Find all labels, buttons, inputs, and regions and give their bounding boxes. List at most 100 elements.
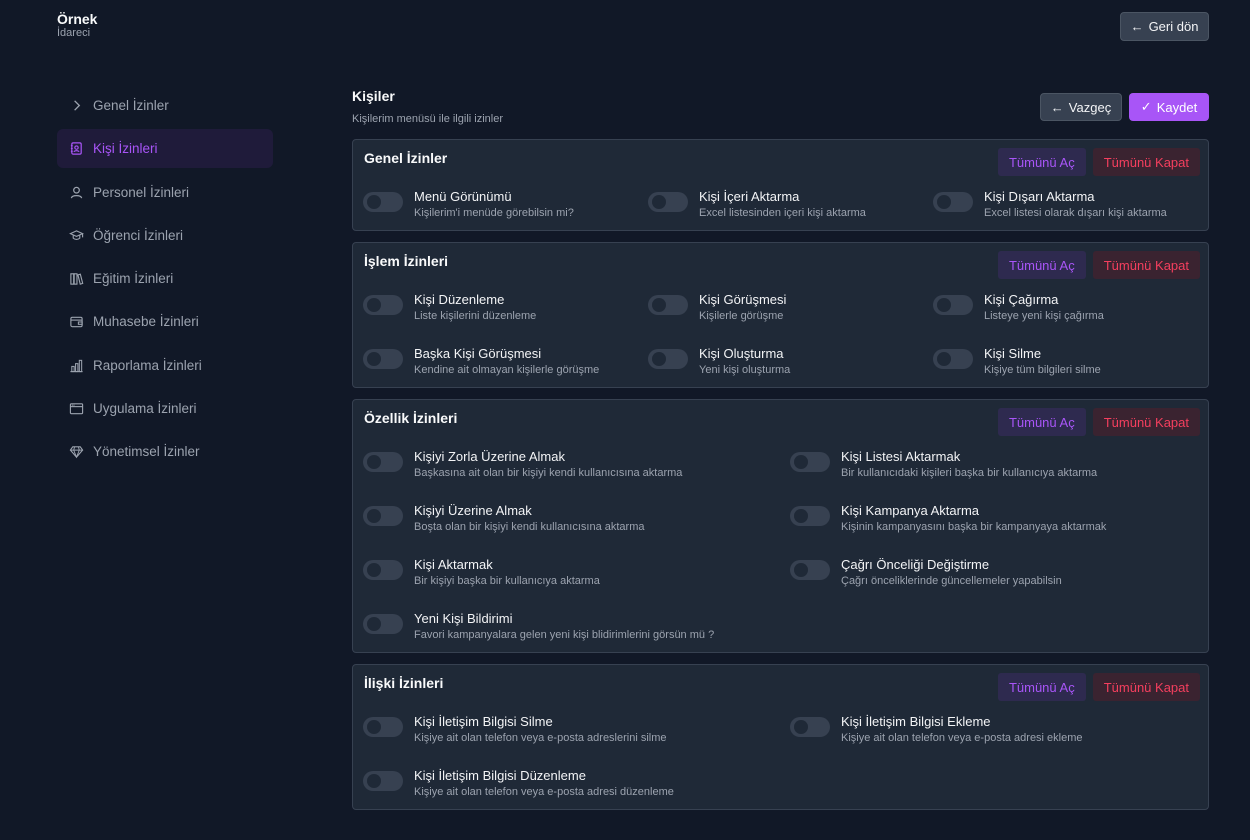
back-button-label: Geri dön [1148, 19, 1199, 34]
save-button[interactable]: ✓ Kaydet [1129, 93, 1209, 121]
contact-book-icon [68, 141, 84, 157]
permission-toggle[interactable] [363, 717, 403, 737]
permission-item: Kişi Aktarmak Bir kişiyi başka bir kullan… [363, 557, 600, 588]
permission-toggle[interactable] [363, 452, 403, 472]
permission-item: Kişiyi Zorla Üzerine Almak Başkasına ait … [363, 449, 682, 480]
section-iliski-izinleri: İlişki İzinleri Tümünü Aç Tümünü Kapat K… [352, 664, 1209, 810]
permission-toggle[interactable] [933, 349, 973, 369]
cancel-button-label: Vazgeç [1068, 99, 1112, 115]
section-genel-izinler: Genel İzinler Tümünü Aç Tümünü Kapat Men… [352, 139, 1209, 231]
sidebar-item-egitim[interactable]: Eğitim İzinleri [57, 259, 273, 298]
permission-toggle[interactable] [363, 192, 403, 212]
permission-label: Kişiyi Zorla Üzerine Almak [414, 449, 565, 464]
brand-subtitle: İdareci [57, 27, 91, 39]
disable-all-button[interactable]: Tümünü Kapat [1092, 251, 1200, 279]
permission-description: Kişiye ait olan telefon veya e-posta adr… [414, 732, 667, 744]
disable-all-button[interactable]: Tümünü Kapat [1092, 673, 1200, 701]
sidebar-item-ogrenci[interactable]: Öğrenci İzinleri [57, 216, 273, 255]
permission-description: Kendine ait olmayan kişilerle görüşme [414, 364, 600, 376]
disable-all-button[interactable]: Tümünü Kapat [1092, 408, 1200, 436]
bar-chart-icon [68, 357, 84, 373]
permission-description: Favori kampanyalara gelen yeni kişi blid… [414, 629, 715, 641]
page-subtitle: Kişilerim menüsü ile ilgili izinler [352, 113, 503, 125]
permission-toggle[interactable] [363, 506, 403, 526]
sidebar-item-label: Uygulama İzinleri [93, 401, 197, 417]
permission-item: Kişi Düzenleme Liste kişilerini düzenleme [363, 292, 536, 323]
sidebar-item-label: Personel İzinleri [93, 184, 190, 200]
sidebar-item-muhasebe[interactable]: Muhasebe İzinleri [57, 302, 273, 341]
brand-title: Örnek [57, 11, 98, 27]
enable-all-button[interactable]: Tümünü Aç [997, 251, 1086, 279]
sidebar-item-genel[interactable]: Genel İzinler [57, 86, 273, 125]
permission-label: Yeni Kişi Bildirimi [414, 611, 513, 626]
cancel-button[interactable]: ← Vazgeç [1040, 93, 1122, 121]
save-button-label: Kaydet [1156, 99, 1198, 115]
sidebar-item-uygulama[interactable]: Uygulama İzinleri [57, 389, 273, 428]
permission-label: Çağrı Önceliği Değiştirme [841, 557, 990, 572]
permission-toggle[interactable] [790, 452, 830, 472]
permission-toggle[interactable] [648, 192, 688, 212]
section-islem-izinleri: İşlem İzinleri Tümünü Aç Tümünü Kapat Ki… [352, 242, 1209, 388]
section-title: İlişki İzinleri [364, 675, 444, 691]
permission-description: Listeye yeni kişi çağırma [984, 310, 1104, 322]
permission-toggle[interactable] [363, 771, 403, 791]
permission-label: Kişi İletişim Bilgisi Silme [414, 714, 553, 729]
permission-toggle[interactable] [648, 349, 688, 369]
permission-label: Kişi Kampanya Aktarma [841, 503, 980, 518]
permission-description: Kişiye tüm bilgileri silme [984, 364, 1101, 376]
permission-description: Kişilerle görüşme [699, 310, 784, 322]
books-icon [68, 271, 84, 287]
permission-description: Boşta olan bir kişiyi kendi kullanıcısın… [414, 521, 645, 533]
permission-toggle[interactable] [363, 614, 403, 634]
sidebar-item-kisi[interactable]: Kişi İzinleri [57, 129, 273, 169]
permission-toggle[interactable] [363, 295, 403, 315]
sidebar-item-label: Muhasebe İzinleri [93, 314, 199, 330]
permission-toggle[interactable] [933, 295, 973, 315]
permission-toggle[interactable] [363, 349, 403, 369]
permission-description: Kişiye ait olan telefon veya e-posta adr… [414, 786, 674, 798]
permission-toggle[interactable] [790, 717, 830, 737]
permission-item: Kişi Oluşturma Yeni kişi oluşturma [648, 346, 790, 377]
sidebar-item-label: Raporlama İzinleri [93, 357, 202, 373]
permission-toggle[interactable] [790, 506, 830, 526]
permission-label: Kişi Aktarmak [414, 557, 493, 572]
enable-all-button[interactable]: Tümünü Aç [997, 673, 1086, 701]
arrow-left-icon: ← [1050, 99, 1064, 115]
sidebar-item-raporlama[interactable]: Raporlama İzinleri [57, 346, 273, 385]
section-title: Genel İzinler [364, 150, 448, 166]
sidebar-item-label: Eğitim İzinleri [93, 271, 174, 287]
permission-description: Kişiye ait olan telefon veya e-posta adr… [841, 732, 1083, 744]
check-icon: ✓ [1140, 99, 1152, 114]
graduation-cap-icon [68, 227, 84, 243]
permission-label: Kişiyi Üzerine Almak [414, 503, 532, 518]
permission-label: Kişi Görüşmesi [699, 292, 787, 307]
back-button[interactable]: ← Geri dön [1120, 12, 1209, 41]
sidebar-item-personel[interactable]: Personel İzinleri [57, 173, 273, 212]
disable-all-button[interactable]: Tümünü Kapat [1092, 148, 1200, 176]
wallet-icon [68, 314, 84, 330]
user-icon [68, 184, 84, 200]
permission-item: Başka Kişi Görüşmesi Kendine ait olmayan … [363, 346, 599, 377]
app-window-icon [68, 401, 84, 417]
page-title: Kişiler [352, 88, 395, 104]
sidebar: Genel İzinler Kişi İzinleri Personel İzi… [57, 86, 273, 476]
permission-item: Kişi Kampanya Aktarma Kişinin kampanyasın… [790, 503, 1106, 534]
permission-label: Kişi Düzenleme [414, 292, 505, 307]
permission-description: Kişilerim'i menüde görebilsin mi? [414, 207, 574, 219]
section-ozellik-izinleri: Özellik İzinleri Tümünü Aç Tümünü Kapat … [352, 399, 1209, 653]
section-title: Özellik İzinleri [364, 410, 458, 426]
permission-toggle[interactable] [933, 192, 973, 212]
permission-toggle[interactable] [790, 560, 830, 580]
sidebar-item-yonetimsel[interactable]: Yönetimsel İzinler [57, 432, 273, 471]
enable-all-button[interactable]: Tümünü Aç [997, 148, 1086, 176]
permission-label: Kişi İletişim Bilgisi Düzenleme [414, 768, 586, 783]
permission-label: Kişi Silme [984, 346, 1042, 361]
permission-toggle[interactable] [648, 295, 688, 315]
permission-item: Kişi İletişim Bilgisi Silme Kişiye ait ol… [363, 714, 667, 745]
permission-label: Kişi İçeri Aktarma [699, 189, 800, 204]
sidebar-item-label: Öğrenci İzinleri [93, 227, 184, 243]
permission-item: Kişi İletişim Bilgisi Ekleme Kişiye ait o… [790, 714, 1083, 745]
permission-toggle[interactable] [363, 560, 403, 580]
enable-all-button[interactable]: Tümünü Aç [997, 408, 1086, 436]
permission-label: Menü Görünümü [414, 189, 512, 204]
